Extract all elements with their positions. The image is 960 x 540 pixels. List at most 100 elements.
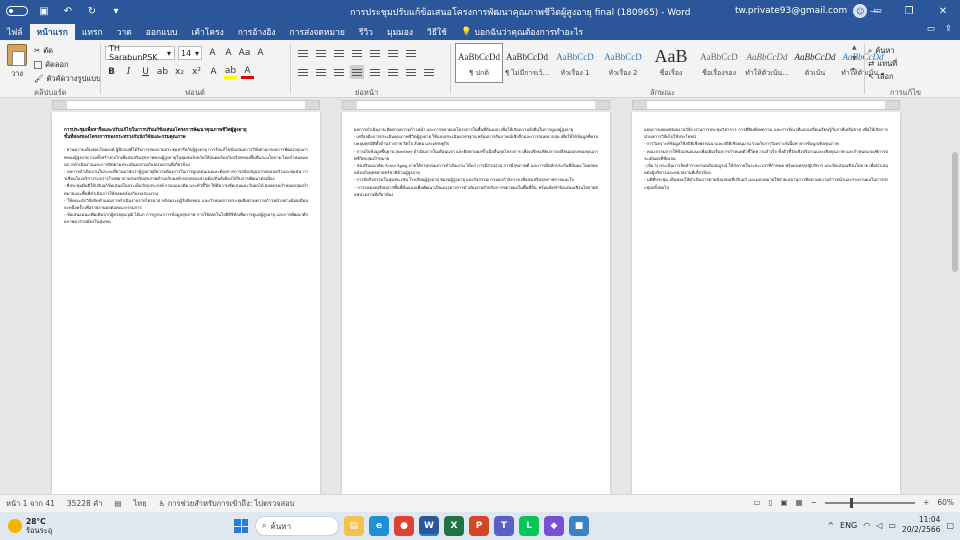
file-explorer-icon[interactable]: ▤ <box>344 516 364 536</box>
volume-icon[interactable]: ◁ <box>876 521 882 530</box>
shrink-font-button[interactable]: A <box>222 46 235 60</box>
powerpoint-icon[interactable]: P <box>469 516 489 536</box>
accessibility-status[interactable]: ♿ การช่วยสำหรับการเข้าถึง: ไปตรวจสอบ <box>159 498 295 510</box>
align-center-icon[interactable] <box>314 65 328 79</box>
shading-icon[interactable] <box>404 65 418 79</box>
page-count[interactable]: หน้า 1 จาก 41 <box>6 498 55 510</box>
battery-icon[interactable]: ▭ <box>888 521 896 530</box>
tab-mailings[interactable]: การส่งจดหมาย <box>283 24 352 40</box>
web-layout-icon[interactable]: ▦ <box>796 498 803 507</box>
grow-font-button[interactable]: A <box>206 46 219 60</box>
photos-icon[interactable]: ◆ <box>544 516 564 536</box>
underline-button[interactable]: U <box>139 65 152 79</box>
weather-widget[interactable]: 28°C ร้อนระอุ <box>0 517 120 535</box>
style-subtle-emphasis[interactable]: AaBbCcDd ทำให้ตัวเน้น... <box>743 43 791 83</box>
tab-references[interactable]: การอ้างอิง <box>231 24 283 40</box>
line-spacing-icon[interactable] <box>386 65 400 79</box>
thai-distributed-icon[interactable] <box>368 65 382 79</box>
document-page-3[interactable]: แผนการเผยแพร่ผลงานวิจัย ผ่านการประชุมวิช… <box>632 112 900 494</box>
start-button[interactable] <box>232 517 250 535</box>
tab-review[interactable]: รีวิว <box>352 24 380 40</box>
save-icon[interactable]: ▣ <box>36 3 52 19</box>
style-no-spacing[interactable]: AaBbCcDd ¶ ไม่มีการเว้... <box>503 43 551 83</box>
vertical-scrollbar[interactable] <box>950 112 960 494</box>
style-heading-1[interactable]: AaBbCcD หัวเรื่อง 1 <box>551 43 599 83</box>
clear-formatting-button[interactable]: A <box>254 46 267 60</box>
superscript-button[interactable]: x² <box>190 65 203 79</box>
font-family-select[interactable]: TH SarabunPSK ▾ <box>105 44 175 62</box>
text-effects-button[interactable]: A <box>207 65 220 79</box>
highlight-button[interactable]: ab <box>224 65 237 79</box>
multilevel-list-icon[interactable] <box>332 46 346 60</box>
notification-icon[interactable]: ▢ <box>946 521 954 530</box>
focus-icon[interactable]: ▭ <box>753 498 760 507</box>
chevron-up-icon[interactable]: ▲ <box>852 44 862 51</box>
taskbar-search[interactable]: ⌕ ค้นหา <box>255 516 339 536</box>
find-button[interactable]: ⌕ ค้นหา <box>868 44 897 57</box>
undo-icon[interactable]: ↶ <box>60 3 76 19</box>
tab-help[interactable]: วิธีใช้ <box>420 24 454 40</box>
paste-button[interactable]: วาง <box>4 44 30 80</box>
italic-button[interactable]: I <box>122 65 135 79</box>
change-case-button[interactable]: Aa <box>238 46 251 60</box>
tab-view[interactable]: มุมมอง <box>380 24 420 40</box>
word-count[interactable]: 35228 คำ <box>67 498 102 510</box>
style-emphasis[interactable]: AaBbCcDd ตัวเน้น <box>791 43 839 83</box>
word-icon[interactable]: W <box>419 516 439 536</box>
store-icon[interactable]: ■ <box>569 516 589 536</box>
zoom-slider[interactable] <box>825 497 916 508</box>
document-canvas[interactable]: การประชุมเพื่อหารือและปรับแก้ไขในการปรับ… <box>0 112 960 494</box>
bold-button[interactable]: B <box>105 65 118 79</box>
share-icon[interactable]: ⇪ <box>945 24 952 34</box>
ruler-page-2[interactable] <box>342 100 610 110</box>
numbering-icon[interactable] <box>314 46 328 60</box>
tab-design[interactable]: ออกแบบ <box>139 24 185 40</box>
format-painter-button[interactable]: 🖌 ตัวคัดวางรูปแบบ <box>34 72 101 86</box>
copy-button[interactable]: คัดลอก <box>34 58 101 72</box>
document-page-1[interactable]: การประชุมเพื่อหารือและปรับแก้ไขในการปรับ… <box>52 112 320 494</box>
zoom-in-icon[interactable]: + <box>923 498 929 507</box>
chevron-up-icon[interactable]: ^ <box>827 521 834 530</box>
line-icon[interactable]: L <box>519 516 539 536</box>
zoom-out-icon[interactable]: − <box>811 498 817 507</box>
zoom-level[interactable]: 60% <box>937 498 954 507</box>
autosave-toggle[interactable] <box>6 6 28 16</box>
cut-button[interactable]: ✂ ตัด <box>34 44 101 58</box>
language-indicator[interactable]: ENG <box>840 521 857 530</box>
subscript-button[interactable]: x₂ <box>173 65 186 79</box>
chevron-down-icon[interactable]: ▼ <box>852 55 862 62</box>
borders-icon[interactable] <box>422 65 436 79</box>
tell-me-box[interactable]: 💡 บอกฉันว่าคุณต้องการทำอะไร <box>454 24 590 40</box>
style-heading-2[interactable]: AaBbCcD หัวเรื่อง 2 <box>599 43 647 83</box>
decrease-indent-icon[interactable] <box>350 46 364 60</box>
comments-icon[interactable]: ▭ <box>927 24 935 34</box>
maximize-button[interactable]: ❐ <box>892 0 926 22</box>
scrollbar-thumb[interactable] <box>952 152 958 272</box>
document-page-2[interactable]: ผลการดำเนินงาน ติดตามความก้าวหน้า และการ… <box>342 112 610 494</box>
tab-insert[interactable]: แทรก <box>75 24 110 40</box>
chrome-icon[interactable]: ● <box>394 516 414 536</box>
tab-draw[interactable]: วาด <box>110 24 139 40</box>
bullets-icon[interactable] <box>296 46 310 60</box>
font-size-select[interactable]: 14 ▾ <box>178 46 202 60</box>
tab-file[interactable]: ไฟล์ <box>0 24 30 40</box>
strikethrough-button[interactable]: ab <box>156 65 169 79</box>
redo-icon[interactable]: ↻ <box>84 3 100 19</box>
customize-qat-icon[interactable]: ▾ <box>108 3 124 19</box>
align-right-icon[interactable] <box>332 65 346 79</box>
minimize-button[interactable]: — <box>858 0 892 22</box>
print-layout-icon[interactable]: ▣ <box>781 498 788 507</box>
sort-icon[interactable] <box>386 46 400 60</box>
style-normal[interactable]: AaBbCcDd ¶ ปกติ <box>455 43 503 83</box>
ruler-page-3[interactable] <box>632 100 900 110</box>
font-color-button[interactable]: A <box>241 65 254 79</box>
select-button[interactable]: ↖ เลือก <box>868 70 897 83</box>
teams-icon[interactable]: T <box>494 516 514 536</box>
read-mode-icon[interactable]: ▯ <box>768 498 772 507</box>
align-left-icon[interactable] <box>296 65 310 79</box>
zoom-slider-knob[interactable] <box>850 497 854 508</box>
replace-button[interactable]: ⇄ แทนที่ <box>868 57 897 70</box>
justify-icon[interactable] <box>350 65 364 79</box>
tab-layout[interactable]: เค้าโครง <box>184 24 230 40</box>
wifi-icon[interactable]: ◠ <box>863 521 870 530</box>
